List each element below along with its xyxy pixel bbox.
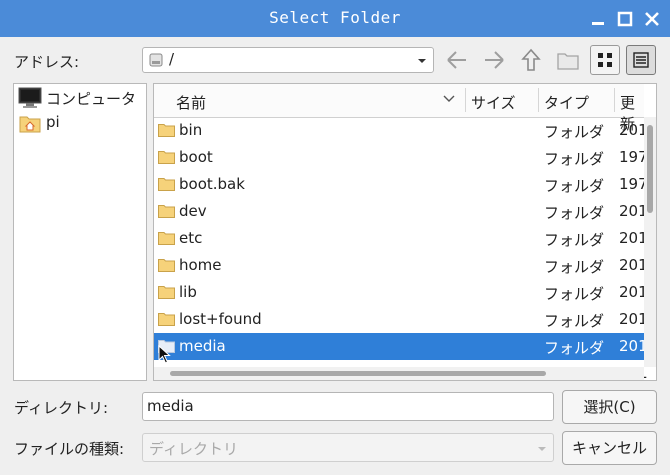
vertical-scrollbar[interactable] [644, 117, 656, 367]
file-row[interactable]: media フォルダ 201 [154, 333, 648, 360]
folder-icon [158, 151, 175, 164]
file-row[interactable]: boot フォルダ 197 [154, 144, 648, 171]
file-type: フォルダ [544, 150, 605, 168]
sidebar-item-computer[interactable]: コンピュータ [16, 86, 144, 110]
file-type: フォルダ [544, 339, 605, 357]
close-icon[interactable] [642, 9, 662, 29]
sidebar-item-label: pi [46, 113, 60, 131]
scroll-thumb[interactable] [647, 125, 653, 213]
home-folder-icon [19, 116, 41, 133]
file-row[interactable]: boot.bak フォルダ 197 [154, 171, 648, 198]
folder-icon [158, 313, 175, 326]
file-row[interactable]: lost+found フォルダ 201 [154, 306, 648, 333]
file-row[interactable]: home フォルダ 201 [154, 252, 648, 279]
file-name: boot [179, 148, 213, 166]
column-header-name[interactable]: 名前 [176, 92, 206, 113]
file-name: etc [179, 229, 203, 247]
file-name: dev [179, 202, 207, 220]
folder-icon [158, 205, 175, 218]
cancel-button-label: キャンセル [571, 439, 647, 457]
folder-icon [158, 178, 175, 191]
select-button-label: 選択(C) [583, 398, 636, 416]
column-separator [614, 88, 615, 112]
sidebar-places: コンピュータ pi [13, 83, 147, 381]
file-type: フォルダ [544, 231, 605, 249]
arrow-up-icon[interactable] [516, 45, 546, 75]
drive-icon [149, 53, 163, 67]
select-button[interactable]: 選択(C) [562, 390, 657, 424]
file-name: lib [179, 283, 197, 301]
column-header-size[interactable]: サイズ [471, 92, 516, 113]
column-header-type[interactable]: タイプ [544, 92, 589, 113]
file-name: bin [179, 121, 203, 139]
column-separator [538, 88, 539, 112]
address-combo[interactable]: / [142, 47, 434, 73]
file-type: フォルダ [544, 177, 605, 195]
filetype-value: ディレクトリ [149, 440, 238, 458]
folder-icon [158, 124, 175, 137]
file-row[interactable]: etc フォルダ 201 [154, 225, 648, 252]
computer-icon [18, 87, 42, 108]
file-list: 名前 サイズ タイプ 更新 bin フォルダ 201 boot フォルダ 197 boot.… [153, 83, 657, 381]
filetype-label: ファイルの種類: [14, 440, 125, 458]
maximize-icon[interactable] [615, 9, 635, 29]
sort-chevron-icon [443, 95, 455, 102]
file-type: フォルダ [544, 123, 605, 141]
file-name: home [179, 256, 222, 274]
directory-label: ディレクトリ: [14, 399, 109, 417]
folder-icon [158, 286, 175, 299]
folder-icon [158, 232, 175, 245]
cursor-arrow-icon [158, 345, 171, 364]
address-value: / [169, 50, 175, 68]
directory-input[interactable]: media [142, 392, 554, 421]
file-row[interactable]: dev フォルダ 201 [154, 198, 648, 225]
directory-value: media [147, 397, 194, 415]
arrow-left-icon[interactable] [442, 45, 472, 75]
file-name: lost+found [179, 310, 262, 328]
file-row[interactable]: bin フォルダ 201 [154, 117, 648, 144]
file-name: media [179, 337, 226, 355]
minimize-icon[interactable] [588, 9, 608, 29]
chevron-down-icon [538, 447, 546, 451]
scroll-thumb[interactable] [170, 371, 546, 376]
address-label: アドレス: [14, 53, 80, 71]
column-separator [465, 88, 466, 112]
arrow-right-icon[interactable] [479, 45, 509, 75]
file-type: フォルダ [544, 258, 605, 276]
list-header: 名前 サイズ タイプ 更新 [154, 84, 644, 133]
chevron-down-icon [418, 59, 426, 63]
icon-view-button[interactable] [590, 45, 620, 75]
file-type: フォルダ [544, 285, 605, 303]
sidebar-item-pi[interactable]: pi [16, 111, 144, 135]
cancel-button[interactable]: キャンセル [562, 431, 657, 465]
file-row[interactable]: lib フォルダ 201 [154, 279, 648, 306]
file-name: boot.bak [179, 175, 245, 193]
detail-view-button[interactable] [626, 45, 656, 75]
detail-view-icon [633, 52, 649, 68]
filetype-combo[interactable]: ディレクトリ [142, 433, 554, 462]
horizontal-scrollbar[interactable] [154, 367, 644, 380]
new-folder-icon[interactable] [553, 45, 583, 75]
file-type: フォルダ [544, 312, 605, 330]
window-title: Select Folder [269, 8, 401, 27]
icon-view-icon [598, 53, 612, 67]
sidebar-item-label: コンピュータ [46, 90, 137, 108]
folder-icon [158, 259, 175, 272]
title-bar: Select Folder [0, 0, 670, 37]
file-type: フォルダ [544, 204, 605, 222]
